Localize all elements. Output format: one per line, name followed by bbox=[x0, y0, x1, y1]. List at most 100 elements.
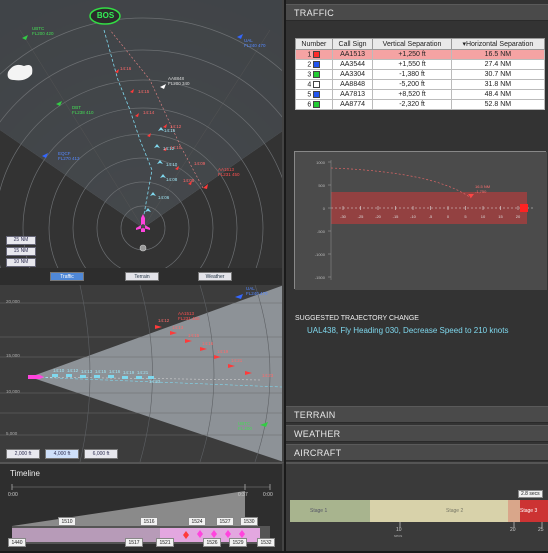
stage-2-segment bbox=[370, 500, 508, 522]
traffic-header[interactable]: TRAFFIC bbox=[286, 4, 548, 21]
cell-call-sign-text: AA3544 bbox=[340, 61, 366, 68]
tab-traffic[interactable]: Traffic bbox=[50, 272, 84, 281]
x-tick-label: -15 bbox=[393, 214, 400, 219]
aircraft-header[interactable]: AIRCRAFT bbox=[286, 444, 548, 461]
traffic-color-swatch bbox=[313, 90, 321, 98]
cell-number-text: 1 bbox=[307, 51, 312, 59]
range-25nm-button[interactable]: 25 NM bbox=[6, 236, 36, 245]
range-15nm-button[interactable]: 15 NM bbox=[6, 247, 36, 256]
cell-vertical-sep: +1,550 ft bbox=[372, 59, 452, 70]
cell-vertical-sep-text: +1,550 ft bbox=[398, 61, 426, 68]
x-tick-label: 10 bbox=[481, 214, 486, 219]
table-row[interactable]: 1 AA1513 +1,250 ft 16.5 NM bbox=[295, 49, 546, 60]
vertical-conflict-labels: 14:12 14:13 14:15 14:16 14:19 14:21 14:2… bbox=[158, 318, 274, 378]
cell-vertical-sep: -2,320 ft bbox=[372, 99, 452, 110]
vtag-blue: UAL FL240 470 bbox=[246, 286, 268, 296]
col-number[interactable]: Number bbox=[295, 38, 333, 50]
timeline-tick-end: 0:00 bbox=[263, 492, 273, 498]
cell-number-text: 3 bbox=[307, 71, 312, 79]
timeline-zoom-wedge bbox=[12, 491, 245, 526]
tick-unit: secs bbox=[394, 533, 403, 538]
tab-weather[interactable]: Weather bbox=[198, 272, 232, 281]
stage-1-segment bbox=[290, 500, 370, 522]
separation-chart: 1000 500 0 -500 -1000 -1500 -30 -25 -20 -15 -10 -5 0… bbox=[294, 151, 547, 290]
time-box: 1516 bbox=[140, 517, 158, 526]
traffic-color-swatch bbox=[313, 50, 321, 58]
time-box: 1532 bbox=[257, 538, 275, 547]
alt-6000-button[interactable]: 6,000 ft bbox=[84, 449, 118, 459]
timeline-panel[interactable]: Timeline 0:00 0:37 0:00 1440 1510 1516 1… bbox=[0, 462, 284, 551]
cell-horizontal-sep: 31.8 NM bbox=[450, 79, 546, 90]
time-box: 1440 bbox=[8, 538, 26, 547]
alt-4000-button[interactable]: 4,000 ft bbox=[45, 449, 79, 459]
col-horizontal-sep[interactable]: ▾Horizontal Separation bbox=[450, 38, 546, 50]
own-trail-labels: 14:15 14:12 14:10 14:08 14:06 bbox=[158, 128, 178, 200]
cell-vertical-sep-text: -1,380 ft bbox=[399, 71, 425, 78]
cell-number: 5 bbox=[295, 89, 333, 100]
plan-view[interactable]: BOS AA8848 FL200 340 UBTC FL200 420 DBT FL2… bbox=[0, 0, 284, 268]
cell-vertical-sep-text: -2,320 ft bbox=[399, 101, 425, 108]
vertical-view[interactable]: 20,000 15,000 10,000 5,000 14:10 14:12 1… bbox=[0, 285, 284, 462]
suggestion-text[interactable]: UAL438, Fly Heading 030, Decrease Speed … bbox=[307, 326, 508, 335]
cell-horizontal-sep-text: 48.4 NM bbox=[484, 91, 512, 98]
phase-tooltip: 2.8 secs bbox=[518, 490, 543, 498]
phase-bar-panel[interactable]: 2.8 secs Stage 1 Stage 2 Stage 3 10 secs… bbox=[286, 462, 548, 551]
table-row[interactable]: 2 AA3544 +1,550 ft 27.4 NM bbox=[295, 59, 546, 70]
table-row[interactable]: 3 AA3304 -1,380 ft 30.7 NM bbox=[295, 69, 546, 80]
time-box: 1521 bbox=[156, 538, 174, 547]
x-tick-label: -25 bbox=[358, 214, 365, 219]
traffic-color-swatch bbox=[313, 70, 321, 78]
cell-number-text: 4 bbox=[307, 81, 312, 89]
col-call-sign[interactable]: Call Sign bbox=[331, 38, 374, 50]
cell-call-sign: AA8848 bbox=[331, 79, 374, 90]
cell-call-sign: AA8774 bbox=[331, 99, 374, 110]
cell-call-sign: AA1513 bbox=[331, 49, 374, 60]
x-tick-label: 20 bbox=[516, 214, 521, 219]
weather-header[interactable]: WEATHER bbox=[286, 425, 548, 442]
traffic-table: Number Call Sign Vertical Separation ▾Ho… bbox=[295, 38, 546, 110]
cell-call-sign: AA3544 bbox=[331, 59, 374, 70]
cell-call-sign-text: AA3304 bbox=[340, 71, 366, 78]
cell-call-sign: AA7813 bbox=[331, 89, 374, 100]
vtag-green: UBTC FL 200 bbox=[238, 421, 252, 431]
info-panel: TRAFFIC Number Call Sign Vertical Separa… bbox=[286, 0, 548, 462]
range-10nm-button[interactable]: 10 NM bbox=[6, 258, 36, 267]
cell-vertical-sep-text: +1,250 ft bbox=[398, 51, 426, 58]
cell-vertical-sep: -1,380 ft bbox=[372, 69, 452, 80]
y-tick-label: -1500 bbox=[315, 275, 326, 280]
time-box: 1529 bbox=[229, 538, 247, 547]
stage-3-label: Stage 3 bbox=[520, 508, 538, 514]
table-row[interactable]: 6 AA8774 -2,320 ft 52.8 NM bbox=[295, 99, 546, 110]
tab-terrain[interactable]: Terrain bbox=[125, 272, 159, 281]
x-tick-label: 15 bbox=[498, 214, 503, 219]
time-box: 1524 bbox=[188, 517, 206, 526]
cell-call-sign: AA3304 bbox=[331, 69, 374, 80]
table-row[interactable]: 5 AA7813 +8,520 ft 48.4 NM bbox=[295, 89, 546, 100]
tick-label: 20 bbox=[510, 527, 516, 533]
timeline-tick-start: 0:00 bbox=[8, 492, 18, 498]
marker-label: -1,750 bbox=[475, 189, 487, 194]
stage-3-segment bbox=[508, 500, 520, 522]
time-box: 1526 bbox=[203, 538, 221, 547]
suggestion-title: SUGGESTED TRAJECTORY CHANGE bbox=[295, 315, 419, 322]
traffic-color-swatch bbox=[313, 100, 321, 108]
x-tick-label: -10 bbox=[410, 214, 417, 219]
terrain-header[interactable]: TERRAIN bbox=[286, 406, 548, 423]
y-tick-label: 1000 bbox=[316, 160, 326, 165]
col-vertical-sep[interactable]: Vertical Separation bbox=[372, 38, 452, 50]
cell-horizontal-sep-text: 27.4 NM bbox=[484, 61, 512, 68]
view-tabs: Traffic Terrain Weather bbox=[0, 268, 284, 285]
traffic-color-swatch bbox=[313, 80, 321, 88]
stage-2-label: Stage 2 bbox=[446, 508, 464, 514]
alt-2000-button[interactable]: 2,000 ft bbox=[6, 449, 40, 459]
x-tick-label: -30 bbox=[340, 214, 347, 219]
time-box: 1530 bbox=[240, 517, 258, 526]
x-tick-label: -20 bbox=[375, 214, 382, 219]
y-tick-label: 500 bbox=[318, 183, 325, 188]
table-row[interactable]: 4 AA8848 -5,200 ft 31.8 NM bbox=[295, 79, 546, 90]
cell-horizontal-sep: 27.4 NM bbox=[450, 59, 546, 70]
separation-chart-canvas: 10005000-500-1000-1500-30 -25 -20 -15 -10 -5 0… bbox=[295, 152, 547, 290]
table-header-row: Number Call Sign Vertical Separation ▾Ho… bbox=[295, 38, 546, 50]
tick-label: 25 bbox=[538, 527, 544, 533]
cell-vertical-sep-text: -5,200 ft bbox=[399, 81, 425, 88]
